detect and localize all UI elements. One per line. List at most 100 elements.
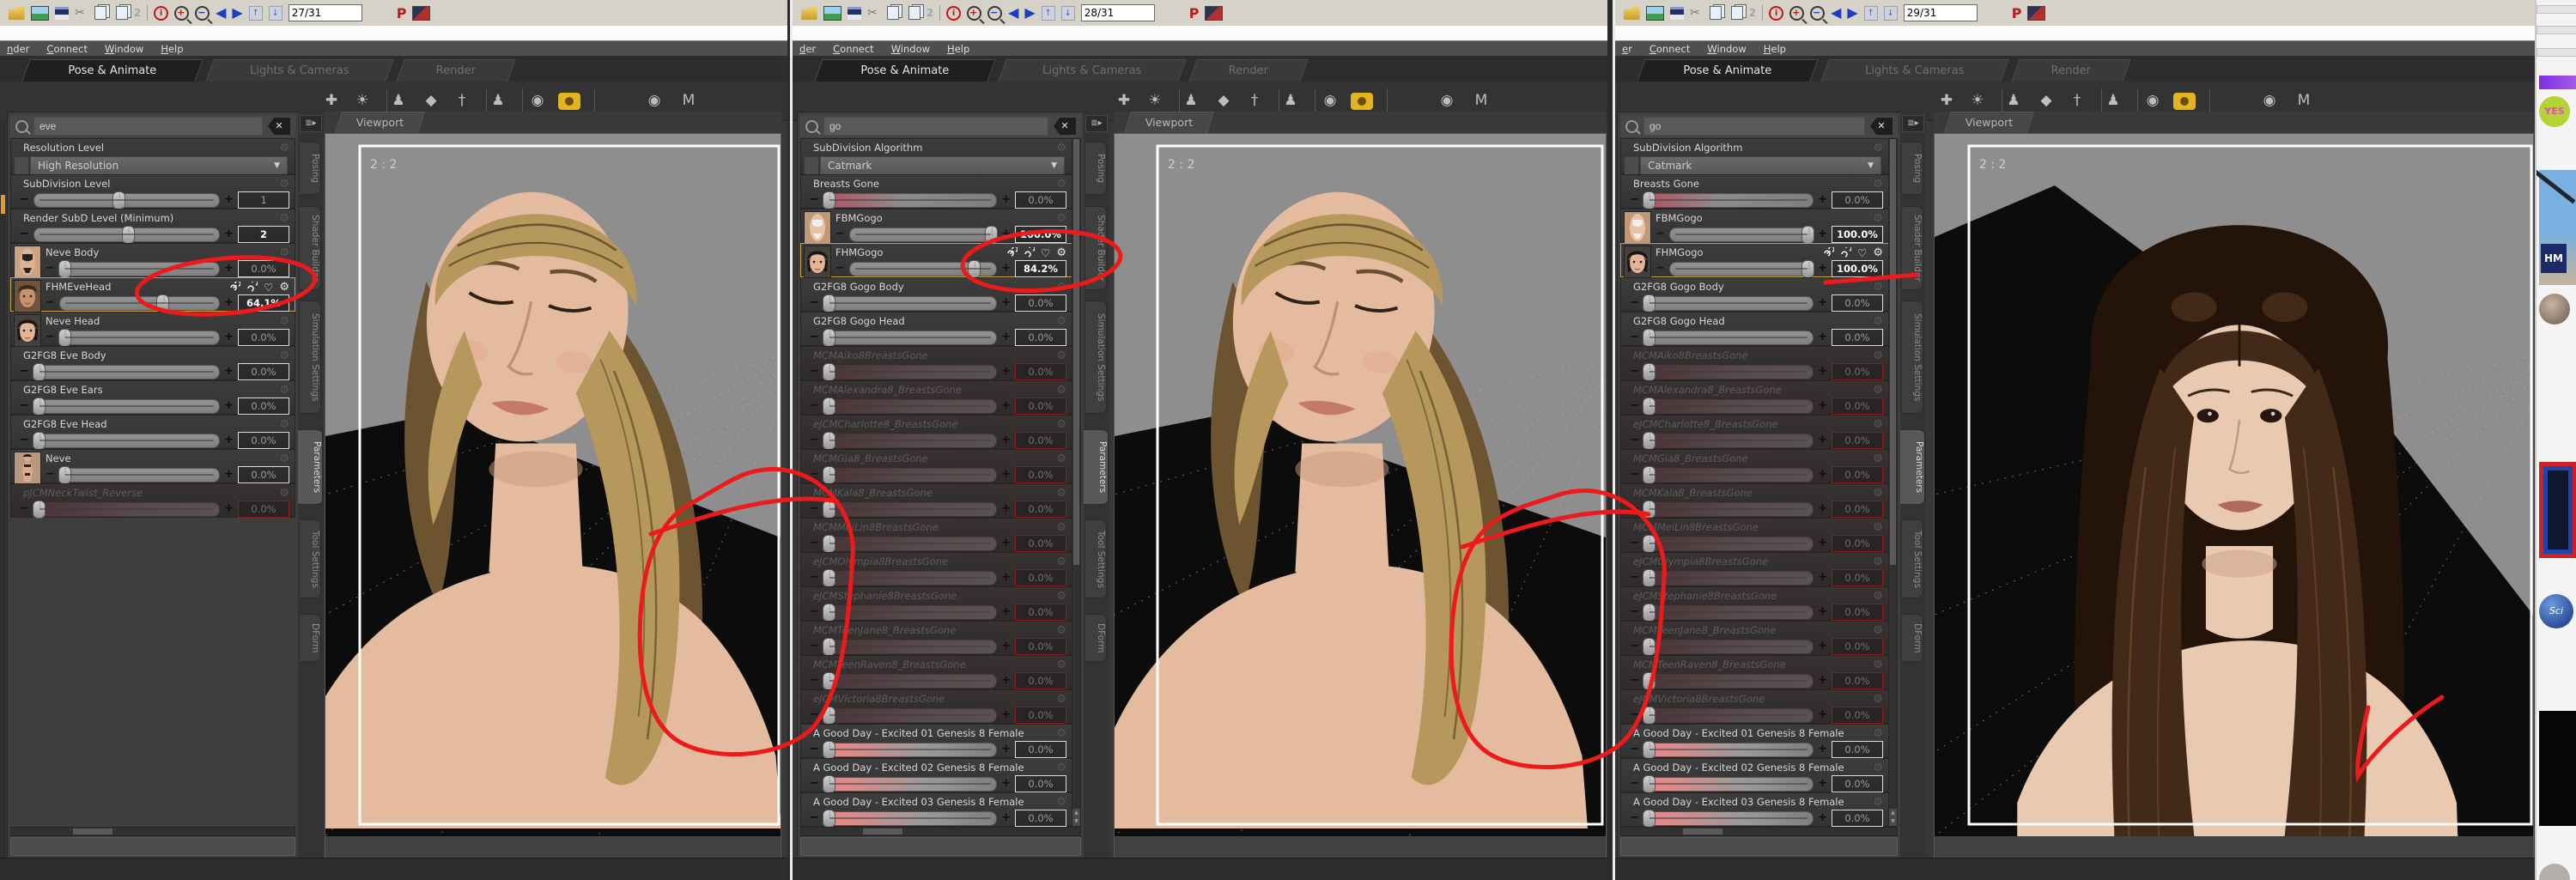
channel-avatar-gray[interactable] xyxy=(2539,864,2570,880)
gear-icon[interactable]: ⚙ xyxy=(1056,591,1066,602)
param-value[interactable]: 0.0% xyxy=(238,501,289,518)
slider-decrement[interactable]: − xyxy=(810,329,819,346)
tab-pose-animate[interactable]: Pose & Animate xyxy=(21,59,204,82)
slider-increment[interactable]: + xyxy=(1818,294,1827,312)
gear-icon[interactable]: ⚙ xyxy=(1873,213,1883,224)
param-slider[interactable] xyxy=(1642,671,1814,690)
slider-thumb[interactable] xyxy=(33,500,46,519)
link-icon[interactable] xyxy=(229,282,241,292)
gear-icon[interactable]: ⚙ xyxy=(1873,488,1883,499)
gear-icon[interactable]: ⚙ xyxy=(279,453,289,464)
slider-decrement[interactable]: − xyxy=(20,501,29,518)
param-value[interactable]: 0.0% xyxy=(1015,810,1066,827)
slider-thumb[interactable] xyxy=(822,809,835,827)
gear-icon[interactable]: ⚙ xyxy=(1873,350,1883,361)
slider-increment[interactable]: + xyxy=(224,226,234,243)
param-slider[interactable] xyxy=(58,294,221,313)
menu-item-window[interactable]: Window xyxy=(105,43,143,55)
environment-icon[interactable]: ☀ xyxy=(1143,89,1167,112)
param-slider[interactable] xyxy=(822,362,998,381)
slider-decrement[interactable]: − xyxy=(810,191,819,209)
tab-pose-animate[interactable]: Pose & Animate xyxy=(814,59,996,82)
param-slider[interactable] xyxy=(33,500,221,519)
slider-increment[interactable]: + xyxy=(224,501,234,518)
tab-render[interactable]: Render xyxy=(1188,59,1309,82)
slider-increment[interactable]: + xyxy=(224,329,234,346)
p-button[interactable]: P xyxy=(2012,5,2022,21)
slider-increment[interactable]: + xyxy=(1001,329,1011,346)
param-value[interactable]: 0.0% xyxy=(1832,432,1883,449)
p-button[interactable]: P xyxy=(1189,5,1200,21)
two-icon[interactable]: 2 xyxy=(927,6,933,20)
param-value[interactable]: 0.0% xyxy=(1832,707,1883,724)
slider-decrement[interactable]: − xyxy=(810,810,819,827)
slider-thumb[interactable] xyxy=(1642,362,1656,381)
3d-render[interactable]: 2 : 2 xyxy=(1115,134,1606,837)
slider-thumb[interactable] xyxy=(121,225,135,244)
tab-lights-cameras[interactable]: Lights & Cameras xyxy=(1820,59,2009,82)
slider-decrement[interactable]: − xyxy=(810,432,819,449)
pane-dock-icon[interactable]: ≣▸ xyxy=(1085,115,1108,132)
character-preset-icon[interactable]: ♟ xyxy=(1179,89,1203,112)
gear-icon[interactable]: ⚙ xyxy=(1873,246,1883,259)
viewport-scene[interactable]: 2 : 2 xyxy=(1114,133,1607,859)
forward-icon[interactable]: ▶ xyxy=(232,6,242,20)
gear-icon[interactable]: ⚙ xyxy=(1873,659,1883,671)
slider-decrement[interactable]: − xyxy=(1656,226,1665,243)
param-value[interactable]: 0.0% xyxy=(238,329,289,346)
3d-render[interactable]: 2 : 2 xyxy=(325,134,781,837)
param-value[interactable]: 0.0% xyxy=(1832,604,1883,621)
param-value[interactable]: 0.0% xyxy=(1015,638,1066,655)
zoom-in-icon[interactable]: + xyxy=(967,5,982,21)
slider-increment[interactable]: + xyxy=(1001,672,1011,689)
tab-render[interactable]: Render xyxy=(396,59,516,82)
vertical-scrollbar[interactable]: ▲ ▼ xyxy=(1888,138,1898,827)
gear-icon[interactable]: ⚙ xyxy=(1056,385,1066,396)
page-number-field[interactable] xyxy=(1080,4,1155,21)
gear-icon[interactable]: ⚙ xyxy=(279,213,289,224)
slider-decrement[interactable]: − xyxy=(20,191,29,209)
param-value[interactable]: 0.0% xyxy=(1015,672,1066,689)
param-slider[interactable] xyxy=(822,671,998,690)
slider-thumb[interactable] xyxy=(33,397,46,416)
slider-increment[interactable]: + xyxy=(1818,569,1827,586)
gear-icon[interactable]: ⚙ xyxy=(1873,385,1883,396)
param-slider[interactable] xyxy=(1642,534,1814,553)
gear-icon[interactable]: ⚙ xyxy=(1056,179,1066,190)
param-value[interactable]: 0.0% xyxy=(238,398,289,415)
param-slider[interactable] xyxy=(822,774,998,793)
morphs-icon[interactable]: M xyxy=(677,89,701,112)
tab-lights-cameras[interactable]: Lights & Cameras xyxy=(998,59,1187,82)
scrollbar-thumb[interactable] xyxy=(73,828,112,834)
param-value[interactable]: 1 xyxy=(238,191,289,209)
p-button[interactable]: P xyxy=(397,5,407,21)
slider-thumb[interactable] xyxy=(822,706,835,725)
slider-decrement[interactable]: − xyxy=(1630,741,1639,758)
slider-increment[interactable]: + xyxy=(1818,260,1827,277)
slider-increment[interactable]: + xyxy=(224,294,234,312)
slider-increment[interactable]: + xyxy=(1818,501,1827,518)
param-slider[interactable] xyxy=(1642,774,1814,793)
slider-thumb[interactable] xyxy=(822,603,835,622)
param-value[interactable]: 64.1% xyxy=(238,294,289,312)
param-slider[interactable] xyxy=(1642,568,1814,587)
slider-decrement[interactable]: − xyxy=(1630,501,1639,518)
shaping-preset-icon[interactable]: ♟ xyxy=(2101,89,2125,112)
gear-icon[interactable]: ⚙ xyxy=(1056,488,1066,499)
param-slider[interactable] xyxy=(33,225,221,244)
pane-dock-icon[interactable]: ≣▸ xyxy=(300,115,322,132)
param-slider[interactable] xyxy=(1642,362,1814,381)
tab-pose-animate[interactable]: Pose & Animate xyxy=(1637,59,1819,82)
slider-decrement[interactable]: − xyxy=(810,775,819,792)
video-thumbnail-crane[interactable]: HM xyxy=(2537,167,2576,285)
vertical-tab-parameters[interactable]: Parameters xyxy=(1084,429,1109,505)
gear-icon[interactable]: ⚙ xyxy=(279,419,289,430)
param-value[interactable]: 0.0% xyxy=(1832,398,1883,415)
zoom-in-icon[interactable]: + xyxy=(174,5,190,21)
param-slider[interactable] xyxy=(33,431,221,450)
param-slider[interactable] xyxy=(822,809,998,827)
param-slider[interactable] xyxy=(822,465,998,484)
vertical-tab-dform[interactable]: DForm xyxy=(1902,614,1923,662)
param-dropdown[interactable]: Catmark ▼ xyxy=(820,156,1065,175)
slider-decrement[interactable]: − xyxy=(1630,535,1639,552)
